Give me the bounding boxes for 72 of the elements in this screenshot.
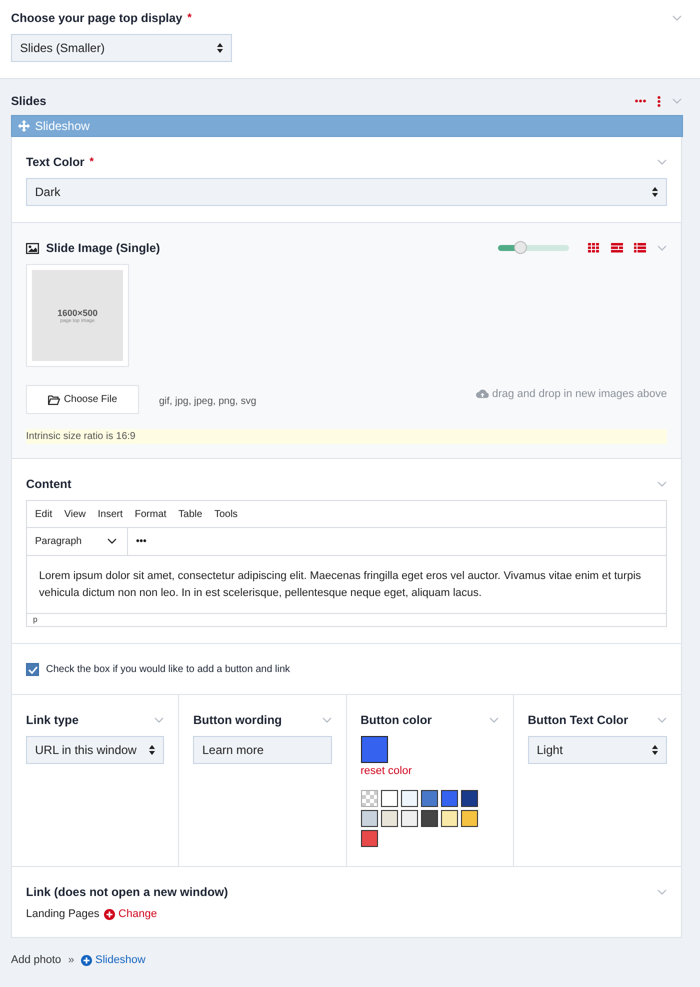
- more-button[interactable]: •••: [128, 536, 147, 547]
- checkbox[interactable]: [26, 663, 39, 676]
- file-types: gif, jpg, jpeg, png, svg: [159, 396, 256, 406]
- color-swatch[interactable]: [400, 790, 418, 807]
- reset-color-link[interactable]: reset color: [360, 765, 499, 777]
- field-label: Content: [26, 477, 72, 491]
- menu-item[interactable]: Tools: [214, 508, 238, 520]
- menu-item[interactable]: View: [64, 508, 86, 520]
- add-photo-label: Add photo: [11, 954, 62, 966]
- editor-text[interactable]: Lorem ipsum dolor sit amet, consectetur adipiscing elit. Maecenas fringilla eget eros vel auctor. Vivamus vitae enim et turpis vehicula dictum non non leo. In in est scelerisque, pellentesque neque eget, aliquam lacus.: [27, 556, 666, 613]
- chevron-down-icon: [107, 538, 117, 545]
- slideshow-title: Slideshow: [35, 119, 90, 133]
- field-label: Button wording: [193, 713, 282, 727]
- cloud-upload-icon: [476, 389, 490, 398]
- up-down-icon: [652, 187, 658, 197]
- transparent-swatch[interactable]: [360, 790, 378, 807]
- section-title: Slides: [11, 94, 46, 108]
- menu-item[interactable]: Insert: [98, 508, 123, 520]
- slideshow-link[interactable]: Slideshow: [81, 954, 146, 966]
- color-swatch[interactable]: [360, 810, 378, 827]
- field-label: Button Text Color: [528, 713, 628, 727]
- menu-item[interactable]: Table: [178, 508, 202, 520]
- drop-hint: drag and drop in new images above: [492, 388, 667, 400]
- text-field[interactable]: Learn more: [193, 736, 332, 764]
- color-swatch[interactable]: [460, 810, 478, 827]
- field-label: Choose your page top display: [11, 11, 182, 25]
- color-swatch[interactable]: [420, 810, 438, 827]
- breadcrumb-separator: »: [68, 954, 74, 966]
- color-swatch[interactable]: [400, 810, 418, 827]
- ratio-note: Intrinsic size ratio is 16:9: [26, 429, 667, 444]
- select-field[interactable]: URL in this window: [26, 736, 164, 764]
- field-label: Text Color: [26, 155, 84, 169]
- color-swatch[interactable]: [380, 790, 398, 807]
- checkbox-label: Check the box if you would like to add a button and link: [46, 664, 290, 675]
- plus-circle-icon: [104, 908, 116, 920]
- menu-item[interactable]: Format: [134, 508, 166, 520]
- select-field[interactable]: Light: [528, 736, 667, 764]
- section-title: Slide Image (Single): [46, 241, 160, 255]
- required-mark: *: [89, 156, 94, 168]
- up-down-icon: [217, 43, 223, 53]
- field-label: Link (does not open a new window): [26, 885, 228, 899]
- kebab-menu-icon[interactable]: [657, 96, 661, 106]
- select-field[interactable]: Dark: [26, 178, 667, 206]
- format-dropdown[interactable]: Paragraph: [27, 528, 128, 555]
- more-icon[interactable]: [635, 99, 646, 103]
- up-down-icon: [149, 745, 156, 755]
- up-down-icon: [652, 745, 658, 755]
- details-view-icon[interactable]: [611, 243, 623, 253]
- color-swatch[interactable]: [460, 790, 478, 807]
- field-label: Link type: [26, 713, 79, 727]
- required-mark: *: [187, 12, 192, 24]
- choose-file-button[interactable]: Choose File: [26, 385, 139, 414]
- link-value: Landing Pages: [26, 908, 100, 920]
- placeholder-size: 1600×500: [57, 308, 98, 318]
- list-view-icon[interactable]: [634, 243, 646, 253]
- image-icon: [26, 242, 39, 254]
- select-field[interactable]: Slides (Smaller): [11, 34, 232, 62]
- move-icon: [18, 120, 30, 132]
- color-preview[interactable]: [360, 736, 388, 763]
- color-swatch[interactable]: [440, 810, 458, 827]
- element-path: p: [27, 613, 666, 626]
- change-link[interactable]: Change: [104, 908, 157, 920]
- slider-thumb[interactable]: [514, 241, 527, 254]
- folder-icon: [48, 394, 60, 404]
- menu-item[interactable]: Edit: [35, 508, 52, 520]
- color-swatch[interactable]: [420, 790, 438, 807]
- field-label: Button color: [360, 713, 432, 727]
- color-swatch[interactable]: [440, 790, 458, 807]
- plus-circle-icon: [81, 954, 92, 966]
- color-swatch[interactable]: [360, 830, 378, 847]
- grid-view-icon[interactable]: [588, 243, 600, 253]
- color-swatch[interactable]: [380, 810, 398, 827]
